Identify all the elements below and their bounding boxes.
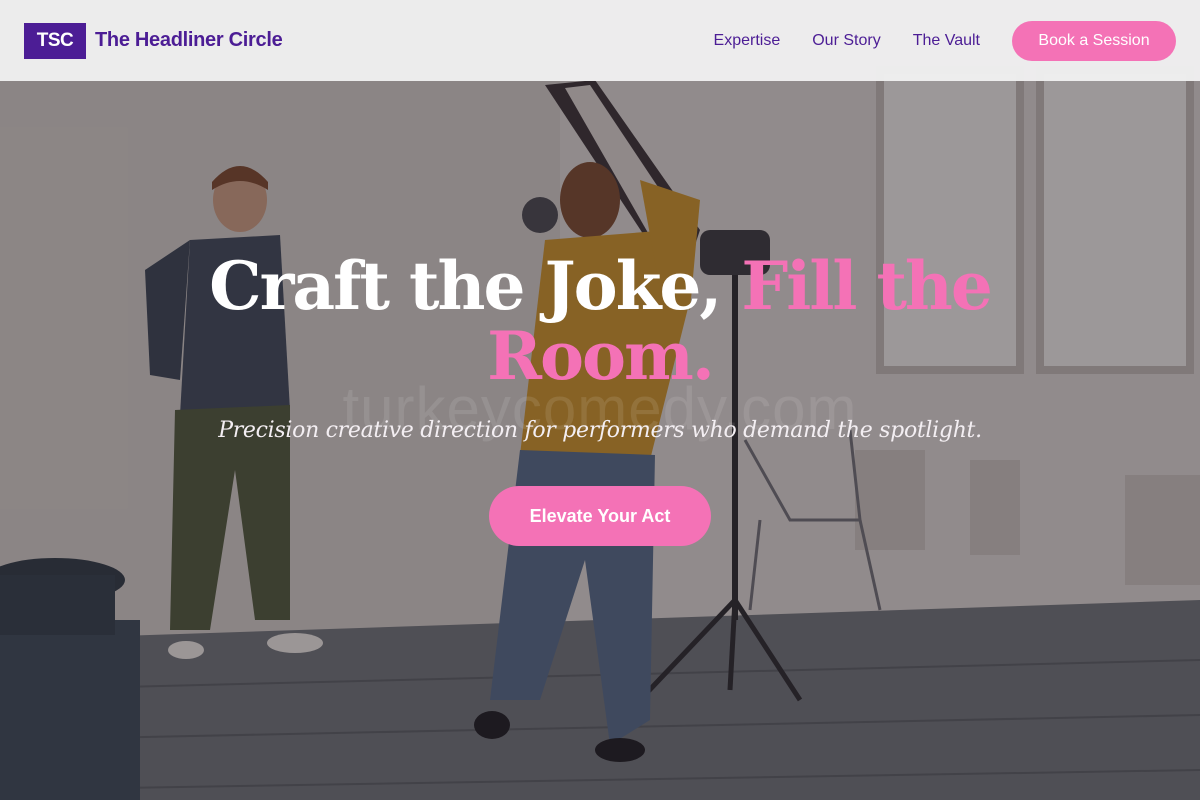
hero-section: turkeycomedy.com Craft the Joke, Fill th…	[0, 81, 1200, 800]
brand-name: The Headliner Circle	[95, 29, 283, 51]
nav-link-expertise[interactable]: Expertise	[714, 32, 781, 50]
site-header: TSC The Headliner Circle Expertise Our S…	[0, 0, 1200, 81]
hero-subtitle: Precision creative direction for perform…	[218, 418, 982, 443]
hero-title: Craft the Joke, Fill the Room.	[200, 251, 1000, 391]
brand-logo-link[interactable]: TSC The Headliner Circle	[24, 22, 283, 59]
book-session-button[interactable]: Book a Session	[1012, 20, 1176, 61]
logo-badge: TSC	[24, 22, 86, 59]
elevate-act-button[interactable]: Elevate Your Act	[489, 486, 711, 546]
nav-link-the-vault[interactable]: The Vault	[913, 32, 980, 50]
main-nav: Expertise Our Story The Vault Book a Ses…	[714, 20, 1176, 61]
nav-link-our-story[interactable]: Our Story	[812, 32, 880, 50]
hero-title-main: Craft the Joke,	[209, 247, 742, 325]
